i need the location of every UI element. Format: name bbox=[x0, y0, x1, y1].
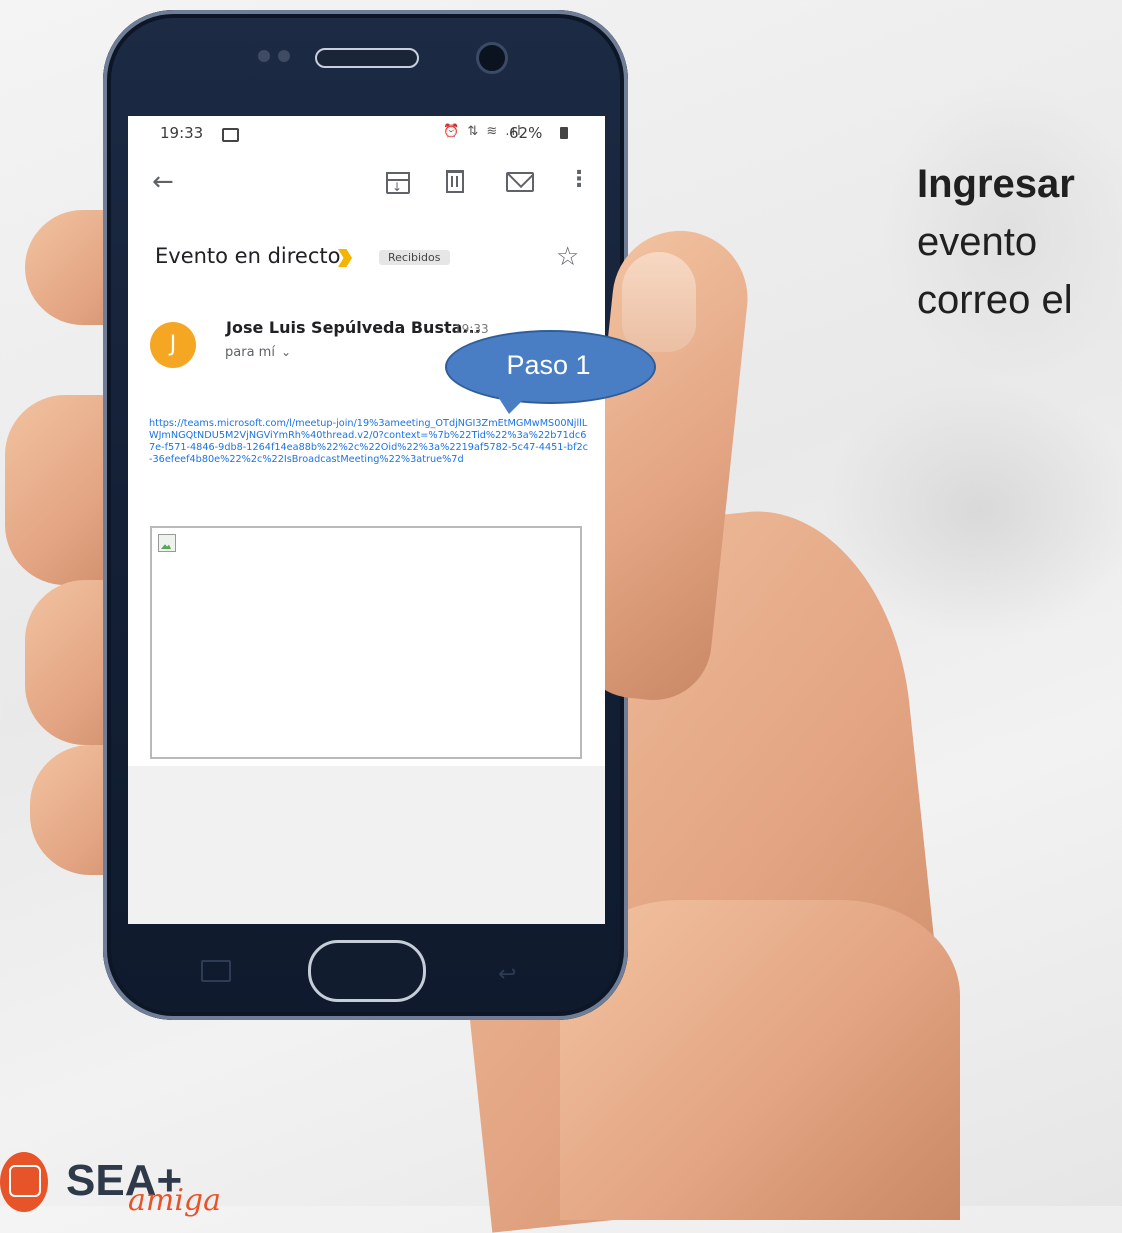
email-toolbar: ← ⋮ bbox=[128, 164, 605, 204]
avatar[interactable]: J bbox=[150, 322, 196, 368]
front-camera bbox=[476, 42, 508, 74]
delete-icon-stripe bbox=[451, 176, 453, 187]
subject-row: Evento en directo Recibidos ☆ bbox=[128, 242, 605, 274]
delete-icon[interactable] bbox=[446, 170, 464, 193]
instruction-line-2: evento bbox=[917, 220, 1038, 264]
phone-sensor bbox=[258, 50, 270, 62]
logo-script: amiga bbox=[128, 1183, 222, 1218]
embedded-image bbox=[150, 526, 582, 759]
home-button[interactable] bbox=[308, 940, 426, 1002]
star-icon[interactable]: ☆ bbox=[556, 242, 579, 272]
mark-unread-icon[interactable] bbox=[506, 172, 534, 192]
more-options-icon[interactable]: ⋮ bbox=[568, 168, 590, 192]
recent-apps-button[interactable] bbox=[201, 960, 231, 982]
sender-name: Jose Luis Sepúlveda Busta... bbox=[226, 318, 481, 337]
system-back-button[interactable]: ↩ bbox=[498, 962, 516, 987]
step-callout-label: Paso 1 bbox=[506, 350, 591, 380]
phone-screen: 19:33 ⏰ ⇅ ≋ .ıl 62% ← ⋮ Evento en direct… bbox=[128, 116, 605, 924]
recipient-label: para mí bbox=[225, 345, 275, 360]
battery-icon bbox=[560, 127, 568, 139]
battery-level: 62% bbox=[509, 124, 543, 142]
empty-area bbox=[128, 766, 605, 924]
instruction-bold: Ingresar bbox=[917, 162, 1075, 206]
inbox-label[interactable]: Recibidos bbox=[379, 250, 450, 265]
instruction-text: Ingresar evento correo el bbox=[917, 155, 1075, 329]
status-time: 19:33 bbox=[160, 124, 204, 142]
phone-speaker bbox=[315, 48, 419, 68]
instruction-line-3: correo el bbox=[917, 278, 1073, 322]
phone-sensor bbox=[278, 50, 290, 62]
image-notification-icon bbox=[222, 128, 239, 142]
delete-icon-stripe bbox=[456, 176, 458, 187]
archive-icon[interactable] bbox=[386, 172, 410, 199]
status-bar: 19:33 ⏰ ⇅ ≋ .ıl 62% bbox=[128, 116, 605, 148]
recipient-toggle[interactable]: para mí ⌄ bbox=[225, 345, 291, 360]
teams-meeting-link[interactable]: https://teams.microsoft.com/l/meetup-joi… bbox=[149, 418, 589, 466]
email-subject: Evento en directo bbox=[155, 244, 341, 268]
chevron-down-icon: ⌄ bbox=[280, 345, 291, 359]
logo-handshake-icon bbox=[9, 1165, 41, 1197]
back-arrow-icon[interactable]: ← bbox=[152, 169, 174, 195]
broken-image-icon bbox=[158, 534, 176, 552]
